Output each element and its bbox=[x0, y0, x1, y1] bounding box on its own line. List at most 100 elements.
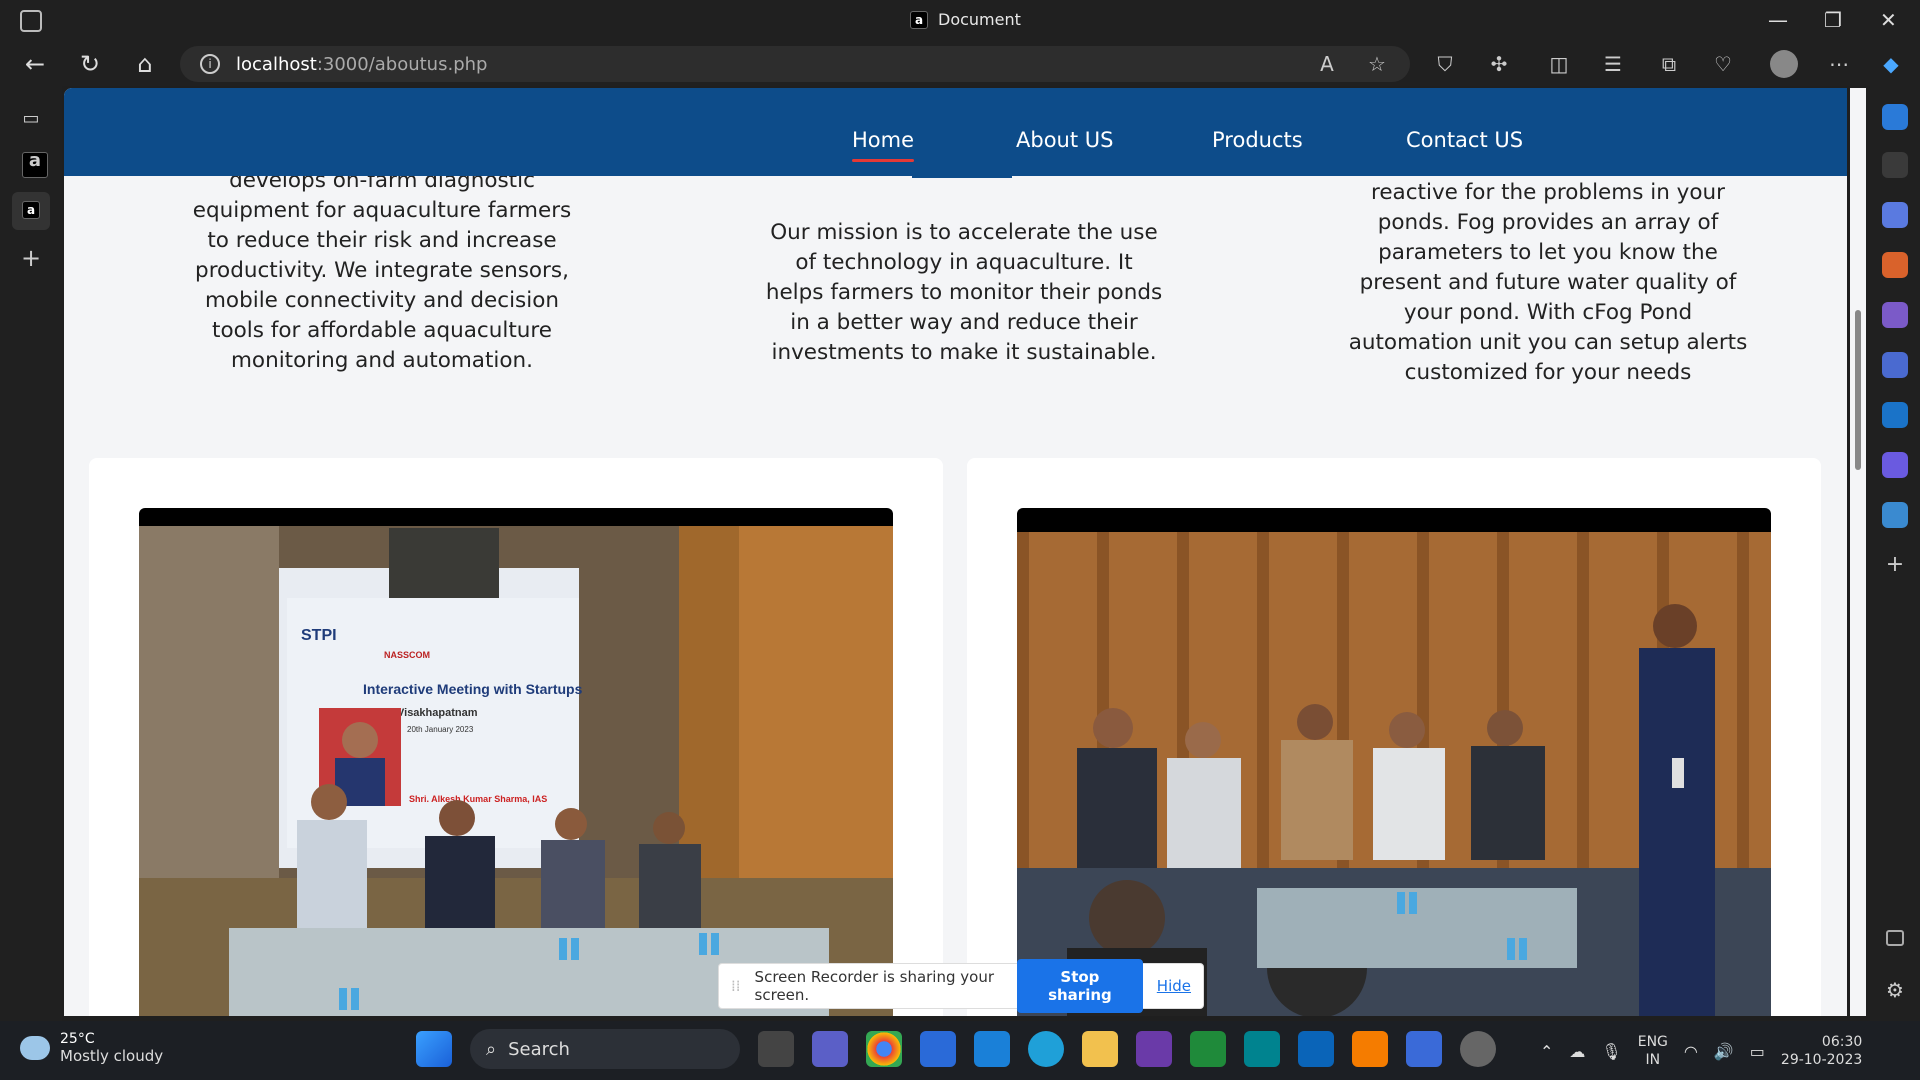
games-icon[interactable] bbox=[1882, 302, 1908, 328]
shield-icon[interactable]: ⛉ bbox=[1432, 52, 1458, 76]
weather-temp: 25°C bbox=[60, 1031, 95, 1047]
nav-contact-us[interactable]: Contact US bbox=[1406, 128, 1523, 152]
about-text-right: reactive for the problems in your ponds.… bbox=[1348, 180, 1748, 385]
banner-date: 20th January 2023 bbox=[407, 725, 474, 734]
url-host: localhost bbox=[236, 53, 317, 75]
recorder-message: Screen Recorder is sharing your screen. bbox=[754, 968, 994, 1004]
designer-icon[interactable] bbox=[1882, 452, 1908, 478]
settings-gear-icon[interactable]: ⚙ bbox=[1882, 978, 1908, 1004]
tab-panel-icon[interactable]: ▭ bbox=[18, 108, 44, 134]
edge-sidebar: + ⚙ bbox=[1870, 86, 1920, 1021]
outlook-icon[interactable] bbox=[1882, 402, 1908, 428]
edge-icon[interactable] bbox=[1028, 1031, 1064, 1067]
minimize-icon[interactable]: — bbox=[1768, 8, 1788, 32]
search-icon: ⌕ bbox=[486, 1038, 497, 1060]
clock-date: 29-10-2023 bbox=[1780, 1052, 1863, 1068]
xbox-icon[interactable] bbox=[1190, 1031, 1226, 1067]
restore-icon[interactable]: ❐ bbox=[1824, 8, 1842, 32]
task-view-icon[interactable] bbox=[758, 1031, 794, 1067]
banner-name: Shri. Alkesh Kumar Sharma, IAS bbox=[409, 794, 547, 804]
clock[interactable]: 06:30 29-10-2023 bbox=[1781, 1033, 1862, 1069]
page-scrollbar[interactable] bbox=[1850, 88, 1866, 1016]
weather-condition: Mostly cloudy bbox=[60, 1047, 164, 1065]
taskbar-search[interactable]: ⌕ Search bbox=[470, 1029, 740, 1069]
add-sidebar-item-icon[interactable]: + bbox=[1882, 552, 1908, 578]
system-tray: ⌃ ☁ 🎙 ENG IN ◠ 🔊 ▭ 06:30 29-10-2023 bbox=[1540, 1033, 1862, 1069]
tools-icon[interactable] bbox=[1882, 252, 1908, 278]
refresh-icon[interactable]: ↻ bbox=[75, 50, 105, 78]
collections-icon[interactable]: ⧉ bbox=[1656, 52, 1682, 76]
windows-taskbar: 25°C Mostly cloudy ⌕ Search ⌃ ☁ 🎙 ENG IN bbox=[0, 1021, 1920, 1080]
nav-products[interactable]: Products bbox=[1212, 128, 1303, 152]
site-favicon-icon: a bbox=[910, 10, 928, 29]
store-icon[interactable] bbox=[920, 1031, 956, 1067]
screen-recorder-bar: ⁞⁞ Screen Recorder is sharing your scree… bbox=[718, 959, 1204, 1013]
chrome-icon[interactable] bbox=[866, 1031, 902, 1067]
split-screen-icon[interactable]: ◫ bbox=[1546, 52, 1572, 76]
more-options-icon[interactable]: ⋯ bbox=[1826, 52, 1852, 76]
volume-icon[interactable]: 🔊 bbox=[1714, 1042, 1734, 1061]
language-indicator[interactable]: ENG IN bbox=[1638, 1033, 1668, 1069]
arduino-icon[interactable] bbox=[1244, 1031, 1280, 1067]
favorites-icon[interactable]: ☰ bbox=[1600, 52, 1626, 76]
wifi-icon[interactable]: ◠ bbox=[1684, 1042, 1698, 1061]
hide-link[interactable]: Hide bbox=[1157, 977, 1191, 995]
address-bar[interactable]: i localhost:3000/aboutus.php bbox=[180, 46, 1410, 82]
event-photo-right-image bbox=[1017, 532, 1771, 1016]
settings-icon[interactable] bbox=[1460, 1031, 1496, 1067]
notifications-icon[interactable] bbox=[1882, 104, 1908, 130]
vertical-tabs: ▭ a a + bbox=[0, 86, 62, 1021]
copilot-icon[interactable]: ◆ bbox=[1878, 52, 1904, 76]
xampp-icon[interactable] bbox=[1352, 1031, 1388, 1067]
profile-avatar-icon[interactable] bbox=[1770, 50, 1798, 78]
screen-recorder-icon[interactable] bbox=[1406, 1031, 1442, 1067]
shopping-icon[interactable] bbox=[1882, 202, 1908, 228]
back-icon[interactable]: ← bbox=[20, 50, 50, 78]
copilot-sidebar-icon[interactable] bbox=[1882, 352, 1908, 378]
new-tab-icon[interactable]: + bbox=[18, 244, 44, 272]
home-icon[interactable]: ⌂ bbox=[130, 50, 160, 78]
url-path: :3000/aboutus.php bbox=[316, 53, 488, 75]
performance-icon[interactable]: ♡ bbox=[1710, 52, 1736, 76]
search-icon[interactable] bbox=[1882, 152, 1908, 178]
drag-handle-icon[interactable]: ⁞⁞ bbox=[731, 977, 741, 995]
nav-home[interactable]: Home bbox=[852, 128, 915, 162]
start-icon[interactable] bbox=[416, 1031, 452, 1067]
weather-cloud-icon bbox=[20, 1036, 50, 1060]
scrollbar-thumb[interactable] bbox=[1855, 310, 1861, 470]
active-tab[interactable]: a bbox=[12, 192, 50, 230]
weather-widget[interactable]: 25°C Mostly cloudy bbox=[20, 1031, 163, 1065]
search-label: Search bbox=[508, 1038, 570, 1060]
onedrive-icon[interactable]: ☁ bbox=[1569, 1042, 1585, 1061]
chevron-up-icon[interactable]: ⌃ bbox=[1540, 1042, 1553, 1061]
vscode-icon[interactable] bbox=[1298, 1031, 1334, 1067]
app-icon-purple[interactable] bbox=[1136, 1031, 1172, 1067]
mail-icon[interactable] bbox=[974, 1031, 1010, 1067]
teams-icon[interactable] bbox=[812, 1031, 848, 1067]
site-info-icon[interactable]: i bbox=[200, 54, 220, 74]
event-photo-left-image: STPI NASSCOM Interactive Meeting with St… bbox=[139, 526, 893, 1016]
drop-icon[interactable] bbox=[1882, 502, 1908, 528]
window-title: a Document bbox=[910, 10, 1021, 29]
tab-actions-icon[interactable] bbox=[20, 10, 42, 32]
about-text-left: develops on-farm diagnostic equipment fo… bbox=[192, 168, 572, 373]
favorite-star-icon[interactable]: ☆ bbox=[1364, 52, 1390, 76]
sidebar-layout-icon[interactable] bbox=[1886, 930, 1904, 946]
close-icon[interactable]: ✕ bbox=[1880, 8, 1897, 32]
photo-card-left: STPI NASSCOM Interactive Meeting with St… bbox=[89, 458, 943, 1016]
tab-favicon-icon[interactable]: a bbox=[22, 152, 48, 178]
window-title-text: Document bbox=[938, 10, 1021, 29]
file-explorer-icon[interactable] bbox=[1082, 1031, 1118, 1067]
tab-favicon-icon: a bbox=[22, 201, 40, 219]
browser-toolbar: ← ↻ ⌂ i localhost:3000/aboutus.php A ☆ ⛉… bbox=[0, 42, 1920, 86]
language-region: IN bbox=[1645, 1052, 1661, 1068]
extensions-icon[interactable]: ✣ bbox=[1486, 52, 1512, 76]
battery-icon[interactable]: ▭ bbox=[1750, 1042, 1765, 1061]
stop-sharing-button[interactable]: Stop sharing bbox=[1017, 959, 1143, 1013]
banner-city: Visakhapatnam bbox=[397, 707, 478, 719]
microphone-icon[interactable]: 🎙 bbox=[1601, 1042, 1621, 1061]
heading-underline bbox=[912, 176, 1012, 178]
nav-about-us[interactable]: About US bbox=[1016, 128, 1113, 152]
read-aloud-icon[interactable]: A bbox=[1314, 52, 1340, 76]
site-navbar: Home About US Products Contact US bbox=[64, 88, 1847, 176]
